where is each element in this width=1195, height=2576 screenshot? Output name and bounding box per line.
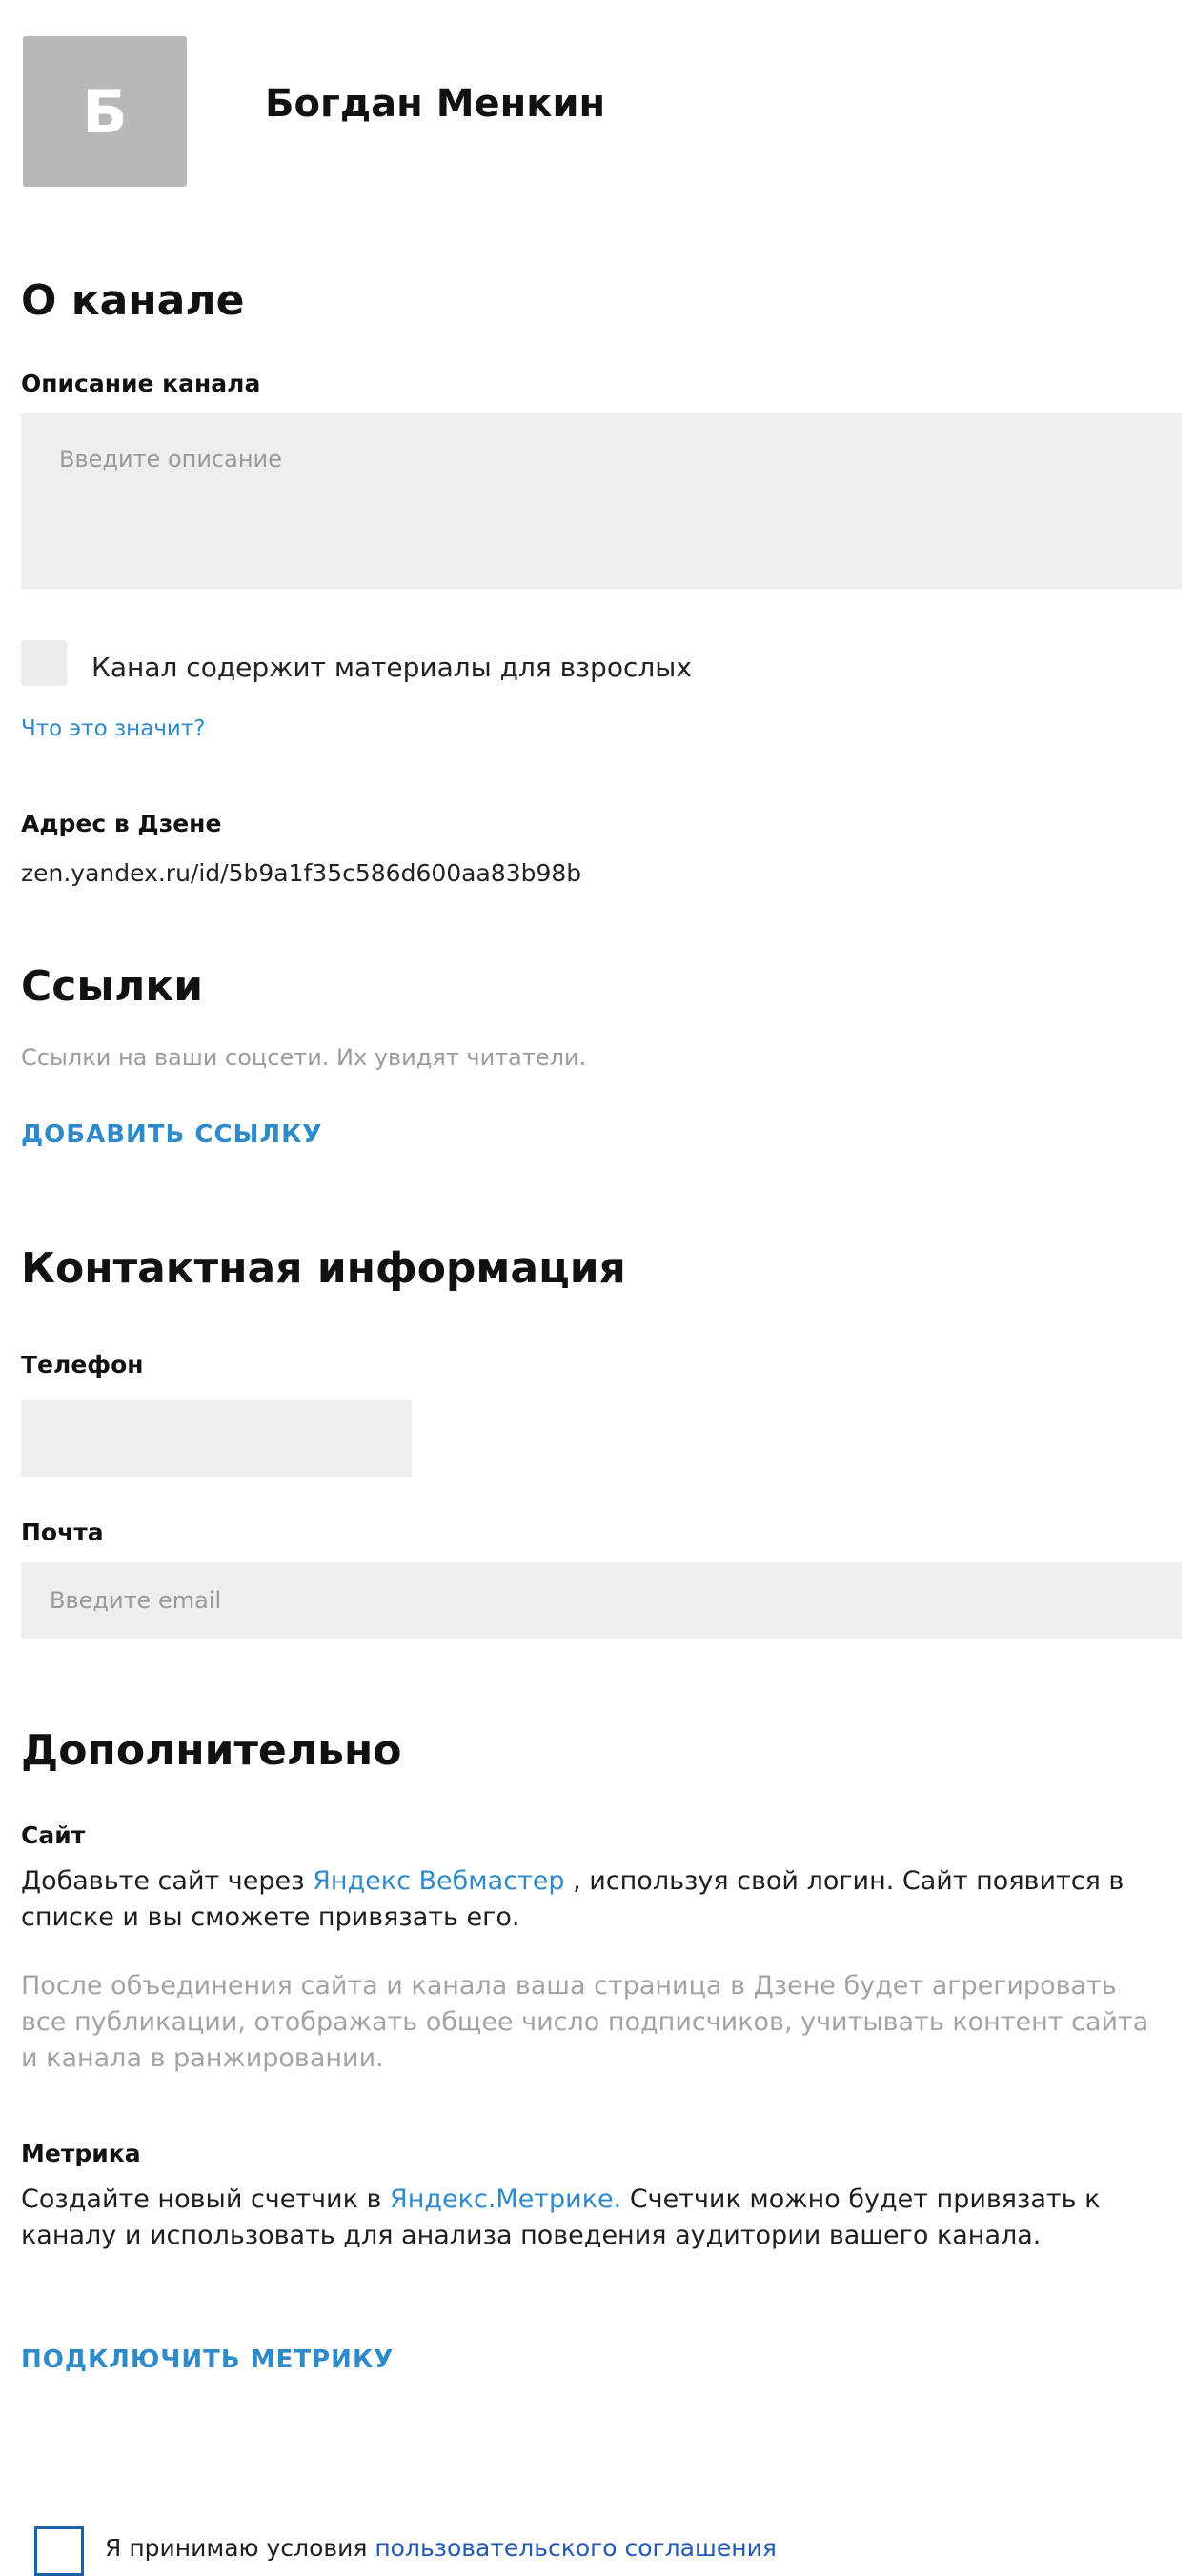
- channel-address-value: zen.yandex.ru/id/5b9a1f35c586d600aa83b98…: [21, 859, 582, 887]
- agreement-label: Я принимаю условия пользовательского сог…: [105, 2534, 777, 2562]
- adult-content-checkbox[interactable]: [21, 640, 67, 686]
- email-placeholder: Введите email: [50, 1587, 222, 1614]
- site-text-before: Добавьте сайт через: [21, 1866, 314, 1896]
- site-note: После объединения сайта и канала ваша ст…: [21, 1971, 1149, 2073]
- user-agreement-link[interactable]: пользовательского соглашения: [375, 2534, 777, 2562]
- metrika-description: Создайте новый счетчик в Яндекс.Метрике.…: [21, 2182, 1165, 2254]
- connect-metrika-button[interactable]: ПОДКЛЮЧИТЬ МЕТРИКУ: [21, 2345, 394, 2374]
- site-label: Сайт: [21, 1821, 86, 1849]
- links-hint: Ссылки на ваши соцсети. Их увидят читате…: [21, 1044, 587, 1071]
- description-textarea[interactable]: Введите описание: [21, 413, 1182, 589]
- adult-content-label: Канал содержит материалы для взрослых: [91, 652, 692, 683]
- metrika-label: Метрика: [21, 2140, 141, 2167]
- avatar[interactable]: Б: [23, 36, 187, 187]
- description-placeholder: Введите описание: [59, 446, 282, 473]
- links-section-title: Ссылки: [21, 962, 204, 1011]
- extra-section-title: Дополнительно: [21, 1726, 402, 1775]
- avatar-letter: Б: [82, 76, 128, 147]
- contacts-section-title: Контактная информация: [21, 1244, 626, 1293]
- email-input[interactable]: Введите email: [21, 1562, 1182, 1639]
- phone-label: Телефон: [21, 1351, 144, 1379]
- channel-settings-page: Б Богдан Менкин О канале Описание канала…: [0, 0, 1195, 2576]
- about-section-title: О канале: [21, 276, 245, 325]
- description-label: Описание канала: [21, 370, 261, 397]
- agreement-text: Я принимаю условия: [105, 2534, 375, 2562]
- webmaster-link[interactable]: Яндекс Вебмастер: [313, 1866, 564, 1896]
- phone-input[interactable]: [21, 1400, 412, 1477]
- email-label: Почта: [21, 1519, 104, 1546]
- metrika-text-before: Создайте новый счетчик в: [21, 2184, 390, 2214]
- site-description: Добавьте сайт через Яндекс Вебмастер , и…: [21, 1863, 1165, 1936]
- channel-owner-name: Богдан Менкин: [265, 82, 606, 126]
- add-link-button[interactable]: ДОБАВИТЬ ССЫЛКУ: [21, 1120, 322, 1149]
- metrika-link[interactable]: Яндекс.Метрике.: [390, 2184, 621, 2214]
- address-label: Адрес в Дзене: [21, 810, 222, 837]
- what-this-means-link[interactable]: Что это значит?: [21, 716, 205, 741]
- agreement-checkbox[interactable]: [34, 2526, 84, 2576]
